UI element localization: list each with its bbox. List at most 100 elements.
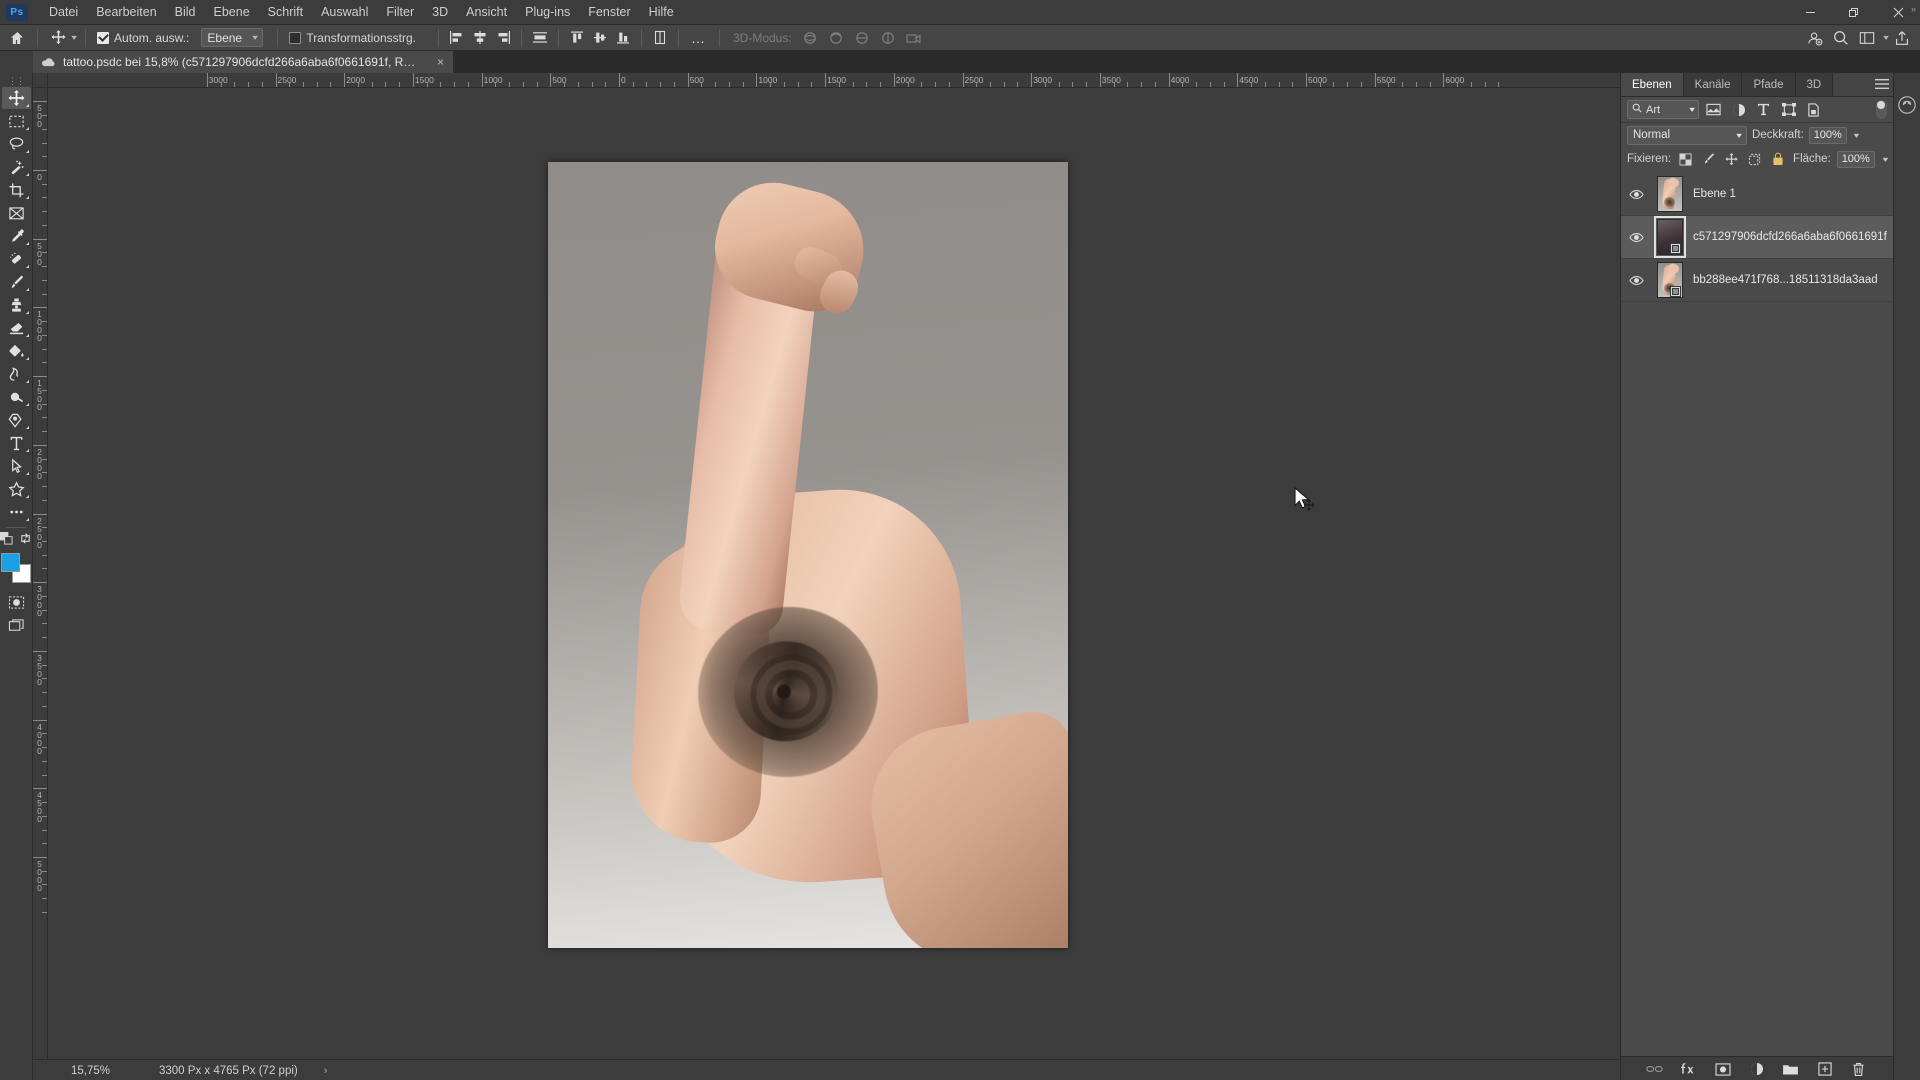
filter-enable-toggle[interactable] [1875,100,1887,119]
delete-layer-icon[interactable] [1849,1059,1869,1079]
sidebar-item-move-tool[interactable] [1,87,31,109]
layer-visibility-toggle[interactable] [1625,232,1647,243]
layer-thumbnail[interactable] [1653,216,1687,258]
menu-ansicht[interactable]: Ansicht [457,0,516,25]
filter-type-icon[interactable] [1753,100,1774,120]
quick-mask-icon[interactable] [2,591,31,613]
3d-roll-icon[interactable] [824,27,848,49]
add-layer-mask-icon[interactable] [1713,1059,1733,1079]
transform-controls-checkbox[interactable] [289,31,302,44]
transform-controls-checkbox-group[interactable]: Transformationsstrg. [285,31,420,45]
menu-datei[interactable]: Datei [40,0,87,25]
menu-plugins[interactable]: Plug-ins [516,0,579,25]
lock-artboard-nesting-icon[interactable] [1746,150,1763,168]
filter-pixel-icon[interactable] [1703,100,1724,120]
sidebar-item-custom-shape-tool[interactable] [2,478,31,500]
chevron-down-icon[interactable]: ▾ [1880,155,1888,164]
lock-image-pixels-icon[interactable] [1700,150,1717,168]
align-bottom-edges-icon[interactable] [612,27,634,49]
canvas-viewport[interactable] [48,88,1620,1059]
layer-style-fx-icon[interactable] [1679,1059,1699,1079]
vertical-ruler[interactable]: 5000500100015002000250030003500400045005… [33,88,48,1059]
align-vertical-centers-icon[interactable] [589,27,611,49]
sidebar-item-type-tool[interactable] [2,432,31,454]
layer-thumbnail[interactable] [1653,262,1687,298]
document-tab[interactable]: tattoo.psdc bei 15,8% (c571297906dcfd266… [33,51,453,73]
layer-visibility-toggle[interactable] [1625,189,1647,200]
sidebar-item-crop-tool[interactable] [2,179,31,201]
auto-select-checkbox[interactable] [97,31,110,44]
3d-camera-icon[interactable] [902,27,926,49]
artboard-image[interactable] [548,162,1068,948]
filter-shape-icon[interactable] [1778,100,1799,120]
discover-icon[interactable] [1803,27,1827,49]
sidebar-item-clone-stamp-tool[interactable] [2,294,31,316]
fill-value[interactable]: 100% [1836,150,1875,168]
lock-all-icon[interactable] [1769,150,1786,168]
sidebar-item-frame-tool[interactable] [2,202,31,224]
tab-pfade[interactable]: Pfade [1742,73,1796,96]
tab-3d[interactable]: 3D [1795,73,1834,96]
new-group-icon[interactable] [1781,1059,1801,1079]
table-row[interactable]: bb288ee471f768...18511318da3aad [1621,259,1893,302]
share-icon[interactable] [1890,27,1914,49]
layer-name[interactable]: Ebene 1 [1693,188,1736,200]
swap-colors-icon[interactable] [19,532,32,548]
tab-ebenen[interactable]: Ebenen [1621,73,1684,96]
menu-filter[interactable]: Filter [377,0,423,25]
align-extra-icon[interactable] [649,27,671,49]
restore-button[interactable] [1832,0,1876,25]
status-expand-arrow-icon[interactable]: › [324,1065,328,1077]
screen-mode-icon[interactable] [2,614,31,636]
tab-kanaele[interactable]: Kanäle [1683,73,1743,96]
sidebar-item-eraser-tool[interactable] [2,317,31,339]
more-align-options-button[interactable]: … [686,27,712,49]
sidebar-item-healing-brush-tool[interactable] [2,248,31,270]
layer-name[interactable]: c571297906dcfd266a6aba6f0661691f [1693,231,1887,243]
lock-transparent-pixels-icon[interactable] [1677,150,1694,168]
sidebar-item-marquee-tool[interactable] [2,110,31,132]
layer-visibility-toggle[interactable] [1625,275,1647,286]
collapse-panels-icon[interactable]: » [1911,4,1916,14]
home-icon[interactable] [4,26,30,50]
auto-select-target-dropdown[interactable]: Ebene ▾ [201,28,264,47]
menu-3d[interactable]: 3D [423,0,457,25]
sidebar-item-pen-tool[interactable] [2,409,31,431]
3d-slide-icon[interactable] [876,27,900,49]
active-tool-move[interactable]: ▾ [45,27,78,49]
sidebar-item-path-selection-tool[interactable] [2,455,31,477]
opacity-value[interactable]: 100% [1808,126,1847,144]
close-icon[interactable]: × [435,55,446,69]
align-left-edges-icon[interactable] [446,27,468,49]
link-layers-icon[interactable] [1645,1059,1665,1079]
zoom-level[interactable]: 15,75% [71,1065,139,1077]
sidebar-item-paint-bucket-tool[interactable] [2,340,31,362]
menu-bild[interactable]: Bild [166,0,205,25]
auto-select-checkbox-group[interactable]: Autom. ausw.: [93,31,193,45]
menu-bearbeiten[interactable]: Bearbeiten [87,0,165,25]
menu-auswahl[interactable]: Auswahl [312,0,377,25]
adobe-cc-icon[interactable] [1895,93,1919,117]
layer-name[interactable]: bb288ee471f768...18511318da3aad [1693,274,1878,286]
sidebar-item-brush-tool[interactable] [2,271,31,293]
horizontal-ruler[interactable]: 3000 2500 2000 1500 1000 500 0 500 1000 1500 2000 2… [48,73,1620,88]
menu-fenster[interactable]: Fenster [579,0,639,25]
table-row[interactable]: c571297906dcfd266a6aba6f0661691f [1621,216,1893,259]
minimize-button[interactable] [1788,0,1832,25]
lock-position-icon[interactable] [1723,150,1740,168]
menu-schrift[interactable]: Schrift [259,0,312,25]
new-fill-adjustment-layer-icon[interactable] [1747,1059,1767,1079]
toolbar-drag-handle[interactable]: ⋮⋮ [8,75,25,87]
table-row[interactable]: Ebene 1 [1621,173,1893,216]
sidebar-item-magic-wand-tool[interactable] [2,156,31,178]
sidebar-item-dodge-tool[interactable] [2,386,31,408]
blend-mode-dropdown[interactable]: Normal ▾ [1627,125,1747,145]
filter-adjustment-icon[interactable] [1728,100,1749,120]
filter-smart-object-icon[interactable] [1803,100,1824,120]
menu-hilfe[interactable]: Hilfe [640,0,683,25]
foreground-color-swatch[interactable] [1,553,20,572]
sidebar-item-lasso-tool[interactable] [2,133,31,155]
sidebar-item-edit-toolbar[interactable] [2,501,31,523]
sidebar-item-smudge-tool[interactable] [2,363,31,385]
menu-ebene[interactable]: Ebene [205,0,259,25]
